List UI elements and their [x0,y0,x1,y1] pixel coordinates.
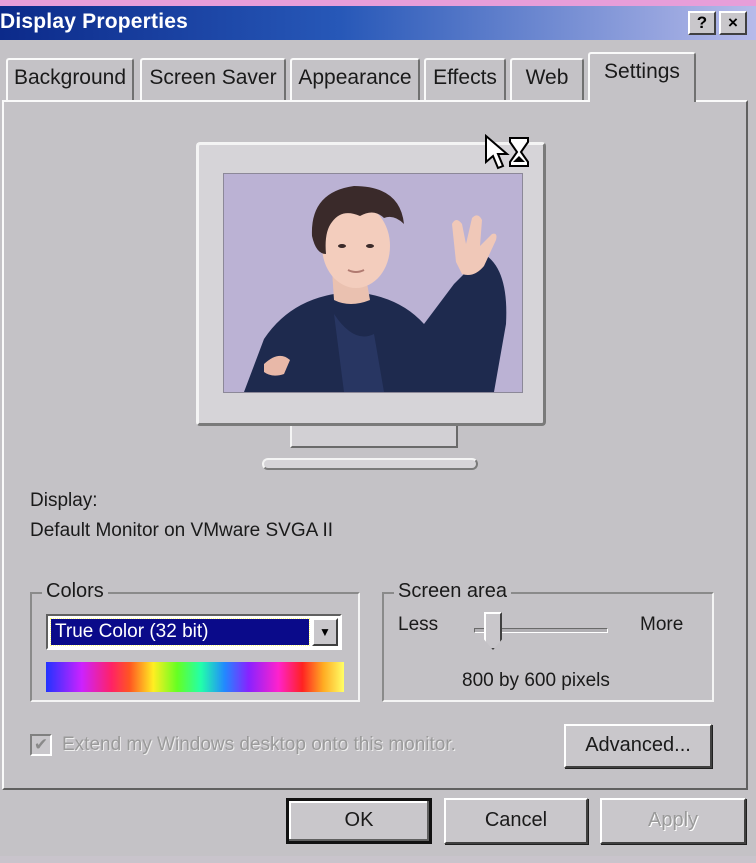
extend-desktop-checkbox[interactable]: ✔ [30,734,52,756]
monitor-name: Default Monitor on VMware SVGA II [30,520,334,541]
ok-button[interactable]: OK [286,798,432,844]
check-icon: ✔ [33,735,49,754]
close-button[interactable]: × [719,11,747,35]
colors-legend: Colors [42,580,108,603]
tab-background[interactable]: Background [6,58,134,100]
monitor-neck [290,426,458,448]
color-depth-value: True Color (32 bit) [50,618,310,646]
tab-settings[interactable]: Settings [588,52,696,102]
desktop-wallpaper-preview [223,173,523,393]
apply-button[interactable]: Apply [600,798,746,844]
monitor-preview [196,142,546,426]
resolution-text: 800 by 600 pixels [462,670,610,691]
color-spectrum-bar [46,662,344,692]
chevron-down-icon[interactable]: ▼ [312,618,338,646]
tab-appearance[interactable]: Appearance [290,58,420,100]
monitor-base [262,458,478,470]
tab-screen-saver[interactable]: Screen Saver [140,58,286,100]
extend-desktop-label: Extend my Windows desktop onto this moni… [62,734,456,755]
display-label: Display: [30,490,98,511]
tab-effects[interactable]: Effects [424,58,506,100]
tab-web[interactable]: Web [510,58,584,100]
less-label: Less [398,614,439,635]
advanced-button[interactable]: Advanced... [564,724,712,768]
window-title: Display Properties [0,10,189,33]
screen-area-legend: Screen area [394,580,511,603]
help-button[interactable]: ? [688,11,716,35]
cancel-button[interactable]: Cancel [444,798,588,844]
title-bar[interactable]: Display Properties ? × [0,6,756,40]
wallpaper-image [224,174,522,392]
busy-pointer-icon [485,134,529,170]
color-depth-select[interactable]: True Color (32 bit) ▼ [46,614,342,650]
more-label: More [640,614,684,635]
